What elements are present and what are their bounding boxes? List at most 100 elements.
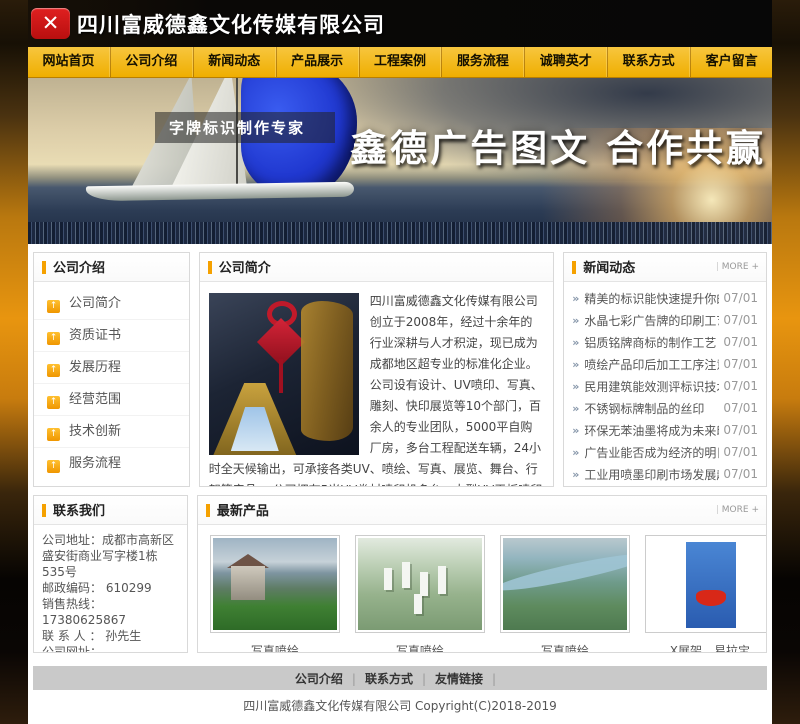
news-item[interactable]: » 广告业能否成为经济的明日 07/01 — [572, 441, 758, 463]
company-logo-icon[interactable]: ✕ — [31, 8, 70, 39]
products-more-link[interactable]: MORE + — [716, 496, 759, 524]
nav-item-contact[interactable]: 联系方式 — [607, 47, 690, 77]
company-profile-body: 四川富威德鑫文化传媒有限公司创立于2008年，经过十余年的行业深耕与人才积淀，现… — [200, 282, 554, 487]
contact-address: 公司地址：成都市高新区盛安街商业写字楼1栋535号 — [42, 532, 179, 580]
product-caption[interactable]: 写真喷绘 — [500, 642, 630, 653]
news-item[interactable]: »不锈钢标牌制品的丝印07/01 — [572, 397, 758, 419]
contact-hotline: 销售热线： 17380625867 — [42, 596, 179, 628]
footer-link-friends[interactable]: 友情链接 — [435, 672, 505, 686]
news-item-date: 07/01 — [723, 445, 758, 459]
news-item[interactable]: »铝质铭牌商标的制作工艺07/01 — [572, 331, 758, 353]
nav-item-service-flow[interactable]: 服务流程 — [441, 47, 524, 77]
product-caption[interactable]: 写真喷绘 — [210, 642, 340, 653]
nav-item-about[interactable]: 公司介绍 — [110, 47, 193, 77]
aerial-render-photo — [358, 538, 482, 630]
nav-item-jobs[interactable]: 诚聘英才 — [524, 47, 607, 77]
product-photo-frame — [210, 535, 340, 633]
news-item[interactable]: »喷绘产品印后加工工序注意07/01 — [572, 353, 758, 375]
nav-item-news[interactable]: 新闻动态 — [193, 47, 276, 77]
sidebar-item-certificates[interactable]: ↑资质证书 — [34, 320, 189, 352]
building-graphic — [414, 594, 422, 614]
double-angle-icon: » — [572, 446, 579, 459]
double-angle-icon: » — [572, 336, 579, 349]
sidebar-item-history[interactable]: ↑发展历程 — [34, 352, 189, 384]
news-item-title: 精美的标识能快速提升你的 — [584, 290, 719, 307]
copyright-text: 四川富威德鑫文化传媒有限公司 Copyright(C)2018-2019 — [33, 690, 767, 714]
arrow-up-icon: ↑ — [47, 300, 60, 313]
footer-link-contact[interactable]: 联系方式 — [365, 672, 435, 686]
building-graphic — [384, 568, 392, 590]
banner-stand-photo — [648, 538, 767, 630]
footer-link-about[interactable]: 公司介绍 — [295, 672, 365, 686]
news-more-link[interactable]: MORE + — [716, 253, 759, 281]
river-photo — [503, 538, 627, 630]
news-item[interactable]: »精美的标识能快速提升你的07/01 — [572, 287, 758, 309]
main-content: 公司介绍 ↑公司简介 ↑资质证书 ↑发展历程 ↑经营范围 ↑技术创新 ↑服务流程… — [28, 244, 772, 724]
company-intro-title: 公司介绍 — [53, 261, 105, 276]
company-profile-title: 公司简介 — [219, 261, 271, 276]
poster-graphic — [686, 542, 736, 628]
company-profile-box: 公司简介 四川富威德鑫文化传媒有限公司创立于2008年，经过十余年的行业深耕与人… — [199, 252, 555, 487]
sidebar-item-innovation[interactable]: ↑技术创新 — [34, 416, 189, 448]
product-card[interactable]: X展架、易拉宝 — [645, 535, 767, 653]
sidebar-item-scope[interactable]: ↑经营范围 — [34, 384, 189, 416]
news-item-date: 07/01 — [723, 313, 758, 327]
news-item-date: 07/01 — [723, 423, 758, 437]
contact-title: 联系我们 — [53, 504, 105, 519]
product-card[interactable]: 写真喷绘 — [500, 535, 630, 653]
sidebar-item-label: 经营范围 — [69, 392, 121, 407]
orange-bar-icon — [206, 504, 210, 517]
nav-item-cases[interactable]: 工程案例 — [359, 47, 442, 77]
sidebar-item-label: 技术创新 — [69, 424, 121, 439]
company-profile-header: 公司简介 — [200, 253, 554, 282]
news-item[interactable]: »工业用喷墨印刷市场发展趋07/01 — [572, 463, 758, 485]
news-box: 新闻动态 MORE + » 精美的标识能快速提升你的 07/01 »水晶七彩广告牌的… — [563, 252, 767, 487]
company-intro-header: 公司介绍 — [34, 253, 189, 282]
contact-person: 联 系 人 ： 孙先生 — [42, 628, 179, 644]
orange-bar-icon — [42, 504, 46, 517]
footer-links-bar: 公司介绍联系方式友情链接 — [33, 666, 767, 690]
latest-products-header: 最新产品 MORE + — [198, 496, 766, 525]
news-item-date: 07/01 — [723, 335, 758, 349]
main-nav: 网站首页 公司介绍 新闻动态 产品展示 工程案例 服务流程 诚聘英才 联系方式 … — [28, 47, 772, 78]
product-card[interactable]: 写真喷绘 — [355, 535, 485, 653]
product-caption[interactable]: X展架、易拉宝 — [645, 642, 767, 653]
sidebar-item-service-flow[interactable]: ↑服务流程 — [34, 448, 189, 480]
product-photo-frame — [500, 535, 630, 633]
news-list: » 精美的标识能快速提升你的 07/01 »水晶七彩广告牌的印刷工艺07/01 »铝… — [564, 282, 766, 485]
news-item-date: 07/01 — [723, 379, 758, 393]
contact-header: 联系我们 — [34, 496, 187, 525]
products-list: 写真喷绘 写真喷绘 — [198, 525, 766, 653]
company-intro-box: 公司介绍 ↑公司简介 ↑资质证书 ↑发展历程 ↑经营范围 ↑技术创新 ↑服务流程 — [33, 252, 190, 487]
sidebar-item-label: 公司简介 — [69, 296, 121, 311]
sidebar-menu: ↑公司简介 ↑资质证书 ↑发展历程 ↑经营范围 ↑技术创新 ↑服务流程 — [34, 282, 189, 480]
contact-zipcode: 邮政编码： 610299 — [42, 580, 179, 596]
news-item-title: 不锈钢标牌制品的丝印 — [584, 400, 719, 417]
product-photo-frame — [355, 535, 485, 633]
double-angle-icon: » — [572, 424, 579, 437]
nav-item-home[interactable]: 网站首页 — [28, 47, 110, 77]
product-photo-frame — [645, 535, 767, 633]
product-card[interactable]: 写真喷绘 — [210, 535, 340, 653]
double-angle-icon: » — [572, 358, 579, 371]
top-header: ✕ 四川富威德鑫文化传媒有限公司 — [28, 0, 772, 47]
news-item-title: 广告业能否成为经济的明日 — [584, 444, 719, 461]
nav-item-products[interactable]: 产品展示 — [276, 47, 359, 77]
nav-item-guestbook[interactable]: 客户留言 — [690, 47, 772, 77]
sidebar-item-profile[interactable]: ↑ 公司简介 — [34, 288, 189, 320]
latest-products-box: 最新产品 MORE + 写真喷绘 — [197, 495, 767, 653]
banner-tagline: 字牌标识制作专家 — [155, 112, 335, 143]
poster-graphic — [696, 590, 726, 606]
arrow-up-icon: ↑ — [47, 460, 60, 473]
building-graphic — [438, 566, 446, 594]
product-caption[interactable]: 写真喷绘 — [355, 642, 485, 653]
news-item[interactable]: »水晶七彩广告牌的印刷工艺07/01 — [572, 309, 758, 331]
double-angle-icon: » — [572, 314, 579, 327]
news-item[interactable]: »民用建筑能效测评标识技术07/01 — [572, 375, 758, 397]
news-header: 新闻动态 MORE + — [564, 253, 766, 282]
double-angle-icon: » — [572, 292, 579, 305]
news-item-date: 07/01 — [723, 357, 758, 371]
banner-headline: 鑫德广告图文 合作共赢 — [350, 118, 766, 172]
news-item[interactable]: »环保无苯油墨将成为未来印07/01 — [572, 419, 758, 441]
ornament-photo — [209, 293, 359, 455]
